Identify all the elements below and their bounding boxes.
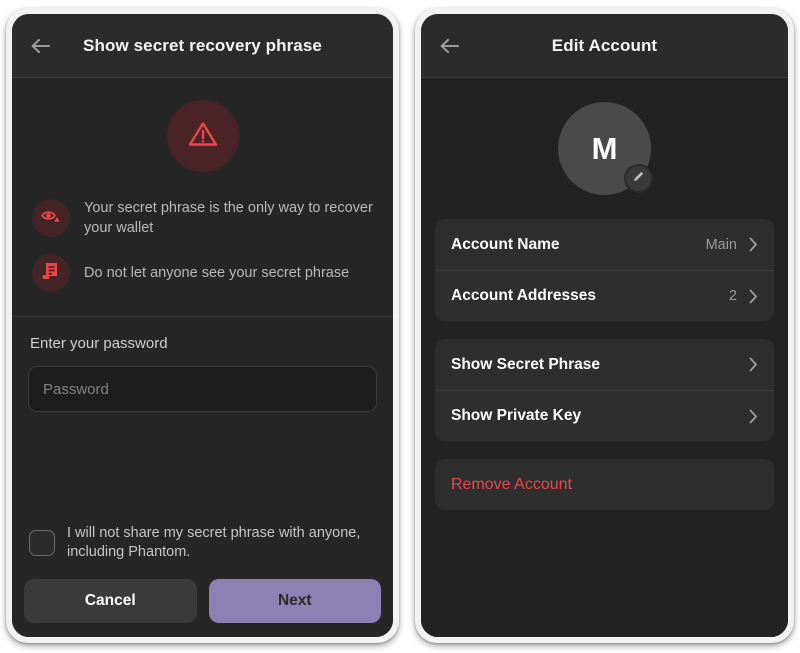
avatar[interactable]: M — [558, 102, 653, 195]
left-header: Show secret recovery phrase — [12, 14, 393, 78]
right-page-title: Edit Account — [551, 35, 658, 55]
right-phone-frame: Edit Account M Account Name Main Account… — [415, 8, 794, 643]
warning-item-text: Your secret phrase is the only way to re… — [84, 200, 373, 236]
screenshot-stage: Show secret recovery phrase Your secret … — [0, 0, 800, 653]
consent-row[interactable]: I will not share my secret phrase with a… — [24, 520, 381, 579]
hero-warning-wrap — [28, 100, 377, 172]
back-button-left[interactable] — [24, 29, 58, 63]
account-info-card: Account Name Main Account Addresses 2 — [435, 219, 774, 321]
avatar-wrap: M — [435, 102, 774, 195]
security-card: Show Secret Phrase Show Private Key — [435, 339, 774, 441]
consent-checkbox[interactable] — [29, 530, 55, 557]
left-page-title: Show secret recovery phrase — [83, 35, 322, 55]
chevron-right-icon — [749, 289, 758, 304]
cancel-button[interactable]: Cancel — [24, 579, 197, 623]
left-bottom-block: I will not share my secret phrase with a… — [12, 519, 393, 637]
pencil-icon — [631, 169, 646, 189]
avatar-letter: M — [591, 130, 618, 166]
next-button[interactable]: Next — [208, 579, 381, 623]
eye-warning-icon — [40, 207, 62, 230]
row-account-addresses[interactable]: Account Addresses 2 — [435, 270, 774, 321]
remove-account-card: Remove Account — [435, 459, 774, 510]
action-button-row: Cancel Next — [24, 579, 381, 623]
arrow-left-icon — [439, 37, 461, 55]
warning-triangle-icon — [186, 117, 220, 156]
row-label: Account Name — [451, 235, 560, 253]
warning-section: Your secret phrase is the only way to re… — [12, 78, 393, 317]
password-input[interactable] — [28, 366, 377, 412]
avatar-edit-button[interactable] — [624, 164, 653, 193]
edit-account-screen: Edit Account M Account Name Main Account… — [421, 14, 788, 637]
row-value: Main — [705, 236, 737, 253]
back-button-right[interactable] — [433, 29, 467, 63]
edit-account-body: M Account Name Main Account Addresses 2 … — [421, 78, 788, 637]
row-label: Show Secret Phrase — [451, 355, 601, 373]
row-value: 2 — [728, 288, 737, 304]
show-secret-recovery-phrase-screen: Show secret recovery phrase Your secret … — [12, 14, 393, 637]
row-show-private-key[interactable]: Show Private Key — [435, 390, 774, 441]
password-section: Enter your password — [12, 317, 393, 520]
chevron-right-icon — [749, 357, 758, 372]
eye-warning-icon-badge — [32, 199, 70, 237]
consent-label: I will not share my secret phrase with a… — [67, 524, 361, 561]
scroll-document-icon-badge — [32, 254, 70, 292]
warning-item: Your secret phrase is the only way to re… — [28, 198, 377, 238]
hero-warning-circle — [166, 100, 239, 172]
arrow-left-icon — [30, 37, 52, 55]
row-label: Account Addresses — [451, 287, 596, 304]
row-remove-account[interactable]: Remove Account — [435, 459, 774, 510]
row-account-name[interactable]: Account Name Main — [435, 219, 774, 270]
row-show-secret-phrase[interactable]: Show Secret Phrase — [435, 339, 774, 390]
row-label: Show Private Key — [451, 407, 582, 424]
row-label: Remove Account — [451, 475, 572, 493]
warning-item: Do not let anyone see your secret phrase — [28, 254, 377, 292]
chevron-right-icon — [749, 409, 758, 424]
warning-item-text: Do not let anyone see your secret phrase — [84, 265, 350, 281]
right-header: Edit Account — [421, 14, 788, 78]
scroll-document-icon — [41, 261, 61, 286]
chevron-right-icon — [749, 237, 758, 252]
password-label: Enter your password — [30, 335, 168, 352]
left-phone-frame: Show secret recovery phrase Your secret … — [6, 8, 399, 643]
